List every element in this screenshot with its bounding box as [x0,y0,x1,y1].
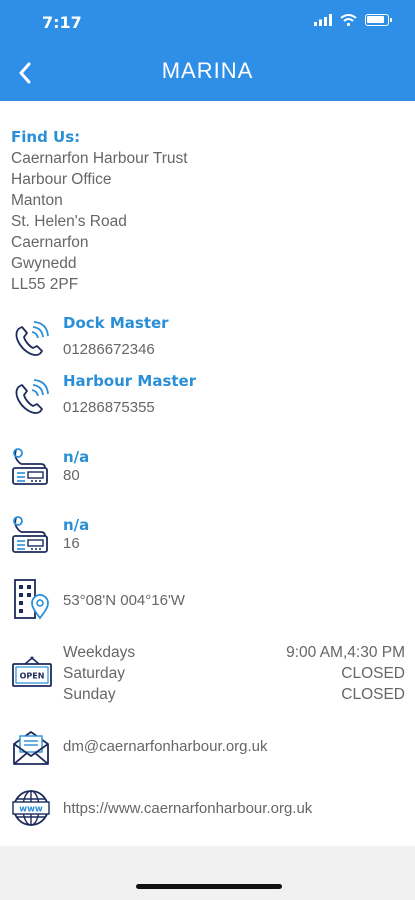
address-line: Caernarfon Harbour Trust [11,150,188,167]
bottom-bar [0,846,415,900]
globe-www-icon: www [12,790,50,826]
battery-icon [365,14,392,26]
header-bar: 7:17 MARINA [0,0,415,101]
email-row[interactable]: dm@caernarfonharbour.org.uk [11,728,405,770]
address-line: Gwynedd [11,255,77,272]
svg-text:www: www [19,805,43,815]
radio-label: n/a [63,448,90,466]
find-us-title: Find Us: [11,128,81,146]
phone-icon [15,379,49,414]
contact-label: Dock Master [63,314,169,332]
phone-icon [15,321,49,356]
address-line: LL55 2PF [11,276,79,293]
envelope-icon [13,731,49,765]
contact-harbour-master[interactable]: Harbour Master 01286875355 [11,372,405,422]
hours-time: CLOSED [341,686,405,703]
radio-label: n/a [63,516,90,534]
hours-row: Weekdays 9:00 AM,4:30 PM [63,642,405,663]
radio-channel-row: n/a 16 [11,516,405,558]
hours-day: Weekdays [63,644,136,661]
address-line: St. Helen's Road [11,213,127,230]
location-row[interactable]: 53°08'N 004°16'W [11,578,405,622]
email-link[interactable]: dm@caernarfonharbour.org.uk [63,738,405,755]
page-title: MARINA [161,58,254,83]
open-sign-icon: OPEN [12,656,52,687]
contact-dock-master[interactable]: Dock Master 01286672346 [11,314,405,364]
address-line: Manton [11,192,63,209]
opening-hours-row: OPEN Weekdays 9:00 AM,4:30 PM Saturday C… [11,642,405,708]
radio-icon [12,448,48,485]
status-icons [314,14,392,26]
radio-channel: 16 [63,535,80,552]
hours-day: Saturday [63,665,126,682]
phone-number[interactable]: 01286672346 [63,341,405,358]
website-row[interactable]: www https://www.caernarfonharbour.org.uk [11,788,405,830]
hours-day: Sunday [63,686,116,703]
signal-icon [314,14,332,26]
status-time: 7:17 [42,13,82,32]
hours-time: CLOSED [341,665,405,682]
address-line: Harbour Office [11,171,112,188]
radio-channel: 80 [63,467,80,484]
radio-icon [12,516,48,553]
contact-label: Harbour Master [63,372,197,390]
find-us-section: Find Us: Caernarfon Harbour Trust Harbou… [11,128,405,826]
phone-number[interactable]: 01286875355 [63,399,405,416]
home-indicator[interactable] [136,884,282,889]
address-line: Caernarfon [11,234,89,251]
location-building-icon [14,579,49,620]
hours-time: 9:00 AM,4:30 PM [286,644,405,661]
wifi-icon [340,14,357,26]
radio-channel-row: n/a 80 [11,448,405,490]
hours-row: Sunday CLOSED [63,684,405,705]
website-link[interactable]: https://www.caernarfonharbour.org.uk [63,800,405,817]
svg-text:OPEN: OPEN [20,672,45,681]
coordinates: 53°08'N 004°16'W [63,592,185,609]
hours-row: Saturday CLOSED [63,663,405,684]
